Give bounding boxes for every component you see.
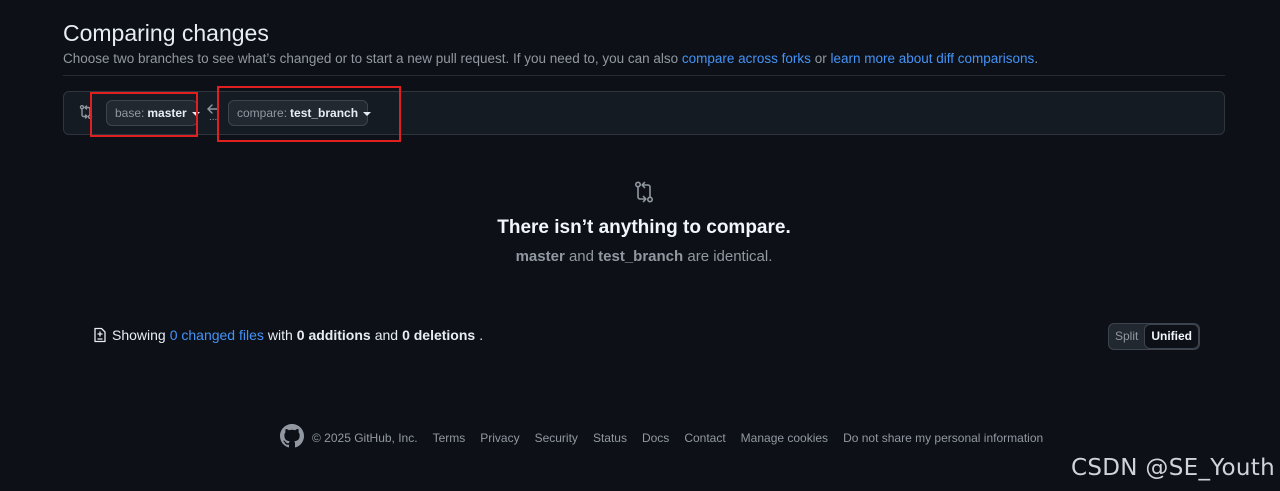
footer-link-security[interactable]: Security	[535, 431, 578, 445]
blank-suffix: are identical.	[683, 248, 773, 265]
compare-branch-name: test_branch	[290, 106, 359, 120]
file-diff-icon	[94, 327, 106, 343]
range-editor: base: master ... compare: test_branch	[63, 91, 1225, 135]
compare-across-forks-link[interactable]: compare across forks	[682, 51, 811, 66]
range-dots: ...	[209, 112, 218, 123]
subtitle-or: or	[810, 51, 831, 66]
footer: © 2025 GitHub, Inc. Terms Privacy Securi…	[280, 424, 1058, 451]
base-branch-name: master	[147, 106, 187, 120]
toc-period: .	[479, 327, 484, 343]
caret-down-icon	[191, 111, 200, 116]
footer-link-terms[interactable]: Terms	[433, 431, 466, 445]
footer-link-manage-cookies[interactable]: Manage cookies	[741, 431, 828, 445]
changed-files-link[interactable]: 0 changed files	[170, 327, 264, 343]
footer-link-contact[interactable]: Contact	[684, 431, 725, 445]
subtitle-text: Choose two branches to see what’s change…	[63, 51, 682, 66]
toc-with: with	[267, 327, 293, 343]
watermark: CSDN @SE_Youth	[1071, 455, 1275, 481]
diff-view-toggle: Split Unified	[1108, 323, 1201, 350]
split-view-button[interactable]: Split	[1109, 324, 1144, 349]
page-subtitle: Choose two branches to see what’s change…	[63, 50, 1225, 68]
header-divider	[63, 75, 1225, 76]
unified-view-button[interactable]: Unified	[1144, 324, 1200, 349]
github-logo-icon[interactable]	[280, 424, 304, 451]
base-prefix: base:	[115, 106, 145, 120]
blank-description: master and test_branch are identical.	[0, 247, 1280, 267]
footer-link-do-not-share[interactable]: Do not share my personal information	[843, 431, 1043, 445]
subtitle-period: .	[1034, 51, 1039, 66]
diff-summary: Showing 0 changed files with 0 additions…	[93, 327, 483, 343]
deletions-count: 0 deletions	[402, 327, 476, 343]
footer-link-docs[interactable]: Docs	[642, 431, 669, 445]
learn-more-link[interactable]: learn more about diff comparisons	[830, 51, 1034, 66]
blank-and: and	[564, 248, 599, 265]
blank-base-branch: master	[515, 248, 565, 265]
footer-link-privacy[interactable]: Privacy	[480, 431, 519, 445]
compare-page: Comparing changes Choose two branches to…	[0, 0, 1280, 491]
footer-link-status[interactable]: Status	[593, 431, 627, 445]
toc-and: and	[374, 327, 399, 343]
blank-slate: There isn’t anything to compare. master …	[0, 180, 1280, 267]
caret-down-icon	[363, 111, 372, 116]
additions-count: 0 additions	[296, 327, 371, 343]
compare-branch-selector[interactable]: compare: test_branch	[228, 100, 372, 126]
toc-showing: Showing	[112, 327, 166, 343]
git-compare-icon	[78, 104, 94, 120]
compare-prefix: compare:	[237, 106, 288, 120]
page-title: Comparing changes	[63, 20, 269, 46]
base-branch-selector[interactable]: base: master	[106, 100, 200, 126]
blank-compare-branch: test_branch	[598, 248, 684, 265]
page-header: Comparing changes Choose two branches to…	[63, 18, 1225, 68]
footer-copyright: © 2025 GitHub, Inc.	[312, 430, 418, 445]
git-compare-icon	[632, 180, 656, 204]
blank-title: There isn’t anything to compare.	[497, 217, 791, 238]
